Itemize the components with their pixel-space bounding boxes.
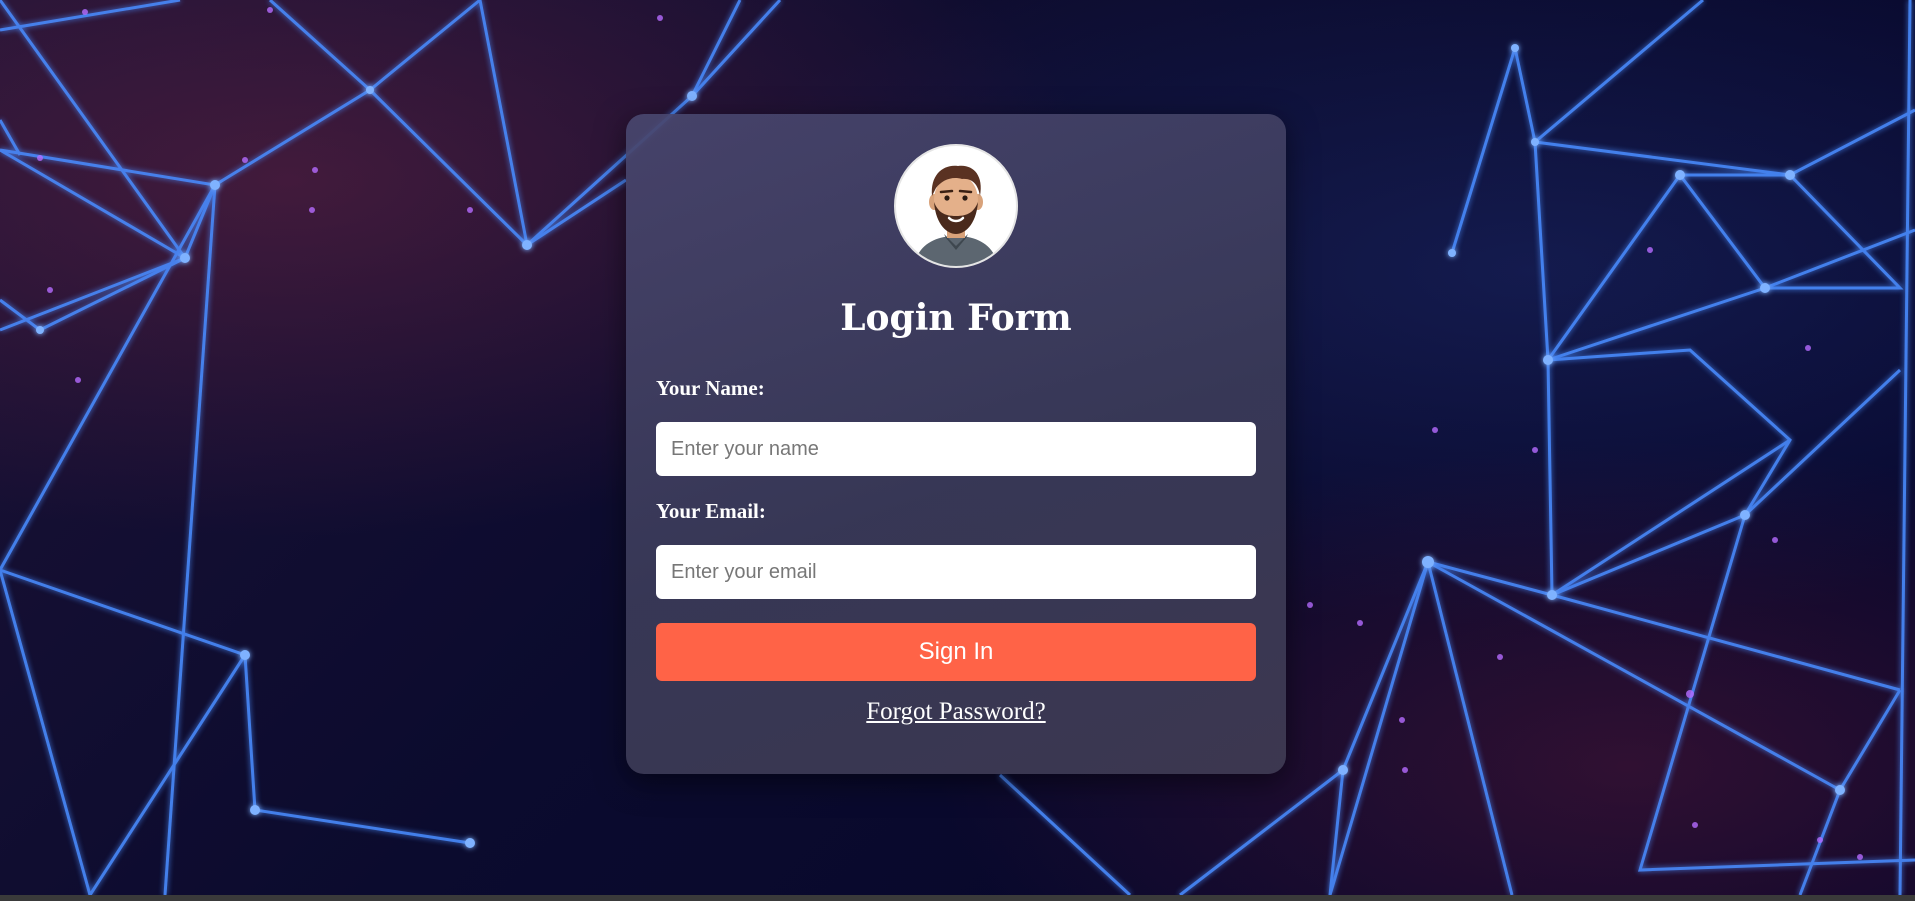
sign-in-button[interactable]: Sign In: [656, 623, 1256, 681]
name-label: Your Name:: [656, 376, 765, 400]
email-label: Your Email:: [656, 499, 766, 523]
forgot-password-link[interactable]: Forgot Password?: [626, 698, 1286, 726]
login-card: Login Form Your Name: Your Email: Sign I…: [626, 114, 1286, 774]
window-bottom-edge: [0, 895, 1915, 901]
name-input[interactable]: [656, 422, 1256, 476]
email-input[interactable]: [656, 545, 1256, 599]
form-title: Login Form: [840, 297, 1072, 339]
man-avatar-icon: [894, 144, 1018, 268]
